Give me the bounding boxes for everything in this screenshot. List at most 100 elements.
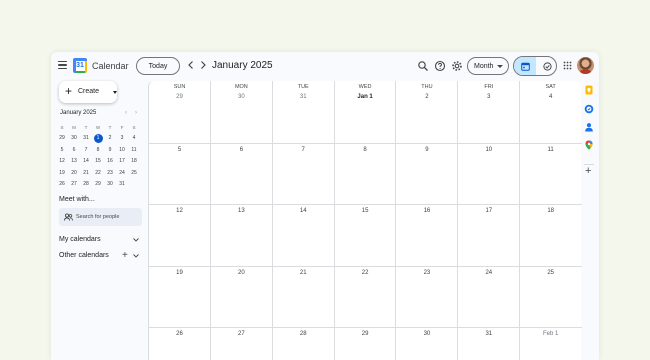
maps-icon[interactable] [584, 140, 594, 150]
mini-day[interactable]: 8 [92, 145, 104, 156]
day-cell-number[interactable]: 15 [335, 208, 396, 214]
contacts-icon[interactable] [584, 122, 594, 132]
day-cell-number[interactable]: 29 [149, 94, 210, 100]
day-cell-number[interactable]: 6 [211, 147, 272, 153]
day-cell-number[interactable]: 14 [273, 208, 334, 214]
menu-icon[interactable] [58, 61, 67, 70]
mini-day[interactable]: 22 [92, 168, 104, 179]
day-cell-number[interactable]: 29 [335, 331, 396, 337]
day-cell-number[interactable]: 21 [273, 270, 334, 276]
mini-day[interactable]: 16 [104, 156, 116, 167]
day-cell-number[interactable]: 18 [520, 208, 581, 214]
mini-day[interactable]: 21 [80, 168, 92, 179]
chevron-down-icon[interactable] [133, 238, 139, 242]
keep-icon[interactable] [584, 85, 594, 95]
tasks-view-toggle[interactable] [536, 57, 556, 75]
day-cell-number[interactable]: 19 [149, 270, 210, 276]
apps-grid-icon[interactable] [563, 61, 572, 70]
mini-week-row: 19 20 21 22 23 24 25 [56, 168, 140, 179]
day-cell-number[interactable]: 13 [211, 208, 272, 214]
mini-day-label: 13 [71, 158, 77, 165]
day-cell-number[interactable]: 5 [149, 147, 210, 153]
mini-day[interactable]: 30 [104, 179, 116, 190]
mini-day[interactable]: 14 [80, 156, 92, 167]
day-cell-number[interactable]: 31 [458, 331, 519, 337]
next-month-icon[interactable] [199, 60, 207, 70]
day-cell-number[interactable]: 27 [211, 331, 272, 337]
mini-day[interactable]: 26 [56, 179, 68, 190]
mini-day[interactable]: 23 [104, 168, 116, 179]
day-cell-number[interactable]: 2 [396, 94, 457, 100]
mini-day[interactable]: 31 [80, 133, 92, 144]
mini-day[interactable]: 15 [92, 156, 104, 167]
chevron-down-icon[interactable] [133, 254, 139, 258]
search-people-input[interactable]: Search for people [59, 208, 142, 226]
other-calendars-toggle[interactable]: Other calendars [59, 252, 109, 259]
day-cell-number[interactable]: 8 [335, 147, 396, 153]
mini-day[interactable]: 10 [116, 145, 128, 156]
mini-day[interactable]: 6 [68, 145, 80, 156]
day-cell-number[interactable]: 7 [273, 147, 334, 153]
tasks-icon[interactable] [584, 104, 594, 114]
day-cell-number[interactable]: 11 [520, 147, 581, 153]
mini-day[interactable]: 28 [80, 179, 92, 190]
mini-day[interactable]: 31 [116, 179, 128, 190]
mini-day-label: 8 [96, 146, 100, 153]
mini-day[interactable]: 30 [68, 133, 80, 144]
mini-day[interactable]: 29 [92, 179, 104, 190]
mini-day[interactable]: 20 [68, 168, 80, 179]
day-cell-number[interactable]: 20 [211, 270, 272, 276]
day-cell-number[interactable]: 25 [520, 270, 581, 276]
day-cell-number[interactable]: 23 [396, 270, 457, 276]
search-icon[interactable] [417, 60, 429, 72]
day-cell-number[interactable]: Jan 1 [335, 94, 396, 100]
day-cell-number[interactable]: 16 [396, 208, 457, 214]
create-button[interactable]: + Create [59, 81, 117, 103]
mini-day[interactable]: 25 [128, 168, 140, 179]
my-calendars-toggle[interactable]: My calendars [59, 236, 101, 243]
today-button[interactable]: Today [136, 57, 180, 75]
mini-day[interactable]: 7 [80, 145, 92, 156]
mini-day[interactable]: 2 [104, 133, 116, 144]
mini-day[interactable]: 13 [68, 156, 80, 167]
day-cell-number[interactable]: 4 [520, 94, 581, 100]
day-cell-number[interactable]: 10 [458, 147, 519, 153]
add-other-calendar-icon[interactable]: + [122, 251, 128, 261]
settings-icon[interactable] [451, 60, 463, 72]
mini-day[interactable]: 29 [56, 133, 68, 144]
day-cell-number[interactable]: 9 [396, 147, 457, 153]
day-cell-number[interactable]: 30 [211, 94, 272, 100]
day-column [458, 81, 521, 360]
mini-day[interactable]: 4 [128, 133, 140, 144]
mini-day[interactable]: 17 [116, 156, 128, 167]
day-cell-number[interactable]: 26 [149, 331, 210, 337]
mini-day[interactable]: 27 [68, 179, 80, 190]
day-cell-number[interactable]: 31 [273, 94, 334, 100]
mini-day[interactable]: 24 [116, 168, 128, 179]
mini-next-icon[interactable]: › [135, 110, 137, 116]
mini-weekday: T [84, 125, 88, 130]
mini-day[interactable]: 3 [116, 133, 128, 144]
mini-day[interactable]: 5 [56, 145, 68, 156]
calendar-view-toggle[interactable] [514, 57, 536, 75]
mini-day[interactable]: 11 [128, 145, 140, 156]
day-cell-number[interactable]: Feb 1 [520, 331, 581, 337]
mini-day[interactable]: 9 [104, 145, 116, 156]
previous-month-icon[interactable] [187, 60, 195, 70]
avatar[interactable] [577, 57, 594, 74]
day-cell-number[interactable]: 12 [149, 208, 210, 214]
day-cell-number[interactable]: 30 [396, 331, 457, 337]
day-cell-number[interactable]: 22 [335, 270, 396, 276]
mini-previous-icon[interactable]: ‹ [125, 110, 127, 116]
help-icon[interactable] [434, 60, 446, 72]
mini-day[interactable]: 18 [128, 156, 140, 167]
view-select[interactable]: Month [467, 57, 509, 75]
mini-day[interactable]: 12 [56, 156, 68, 167]
day-cell-number[interactable]: 3 [458, 94, 519, 100]
mini-day[interactable]: 19 [56, 168, 68, 179]
mini-day[interactable]: 1 [92, 133, 104, 144]
add-addon-icon[interactable]: + [585, 166, 591, 177]
day-cell-number[interactable]: 17 [458, 208, 519, 214]
day-cell-number[interactable]: 28 [273, 331, 334, 337]
day-cell-number[interactable]: 24 [458, 270, 519, 276]
